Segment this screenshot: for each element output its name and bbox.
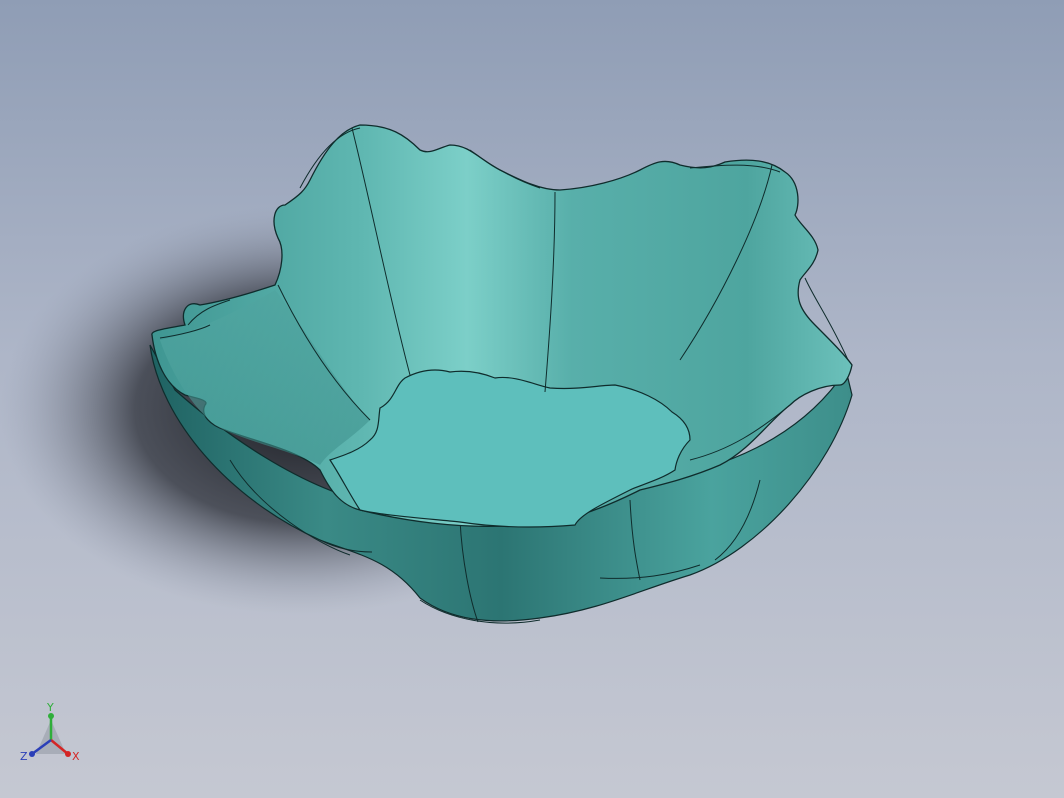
model-view[interactable] (0, 0, 1064, 798)
triad-x-label: X (72, 750, 80, 763)
triad-y-label: Y (46, 702, 54, 714)
triad-z-axis-cap (29, 751, 35, 757)
graphics-viewport[interactable]: Y X Z (0, 0, 1064, 798)
view-triad[interactable]: Y X Z (18, 702, 88, 772)
triad-x-axis-cap (65, 751, 71, 757)
triad-z-label: Z (20, 750, 28, 763)
